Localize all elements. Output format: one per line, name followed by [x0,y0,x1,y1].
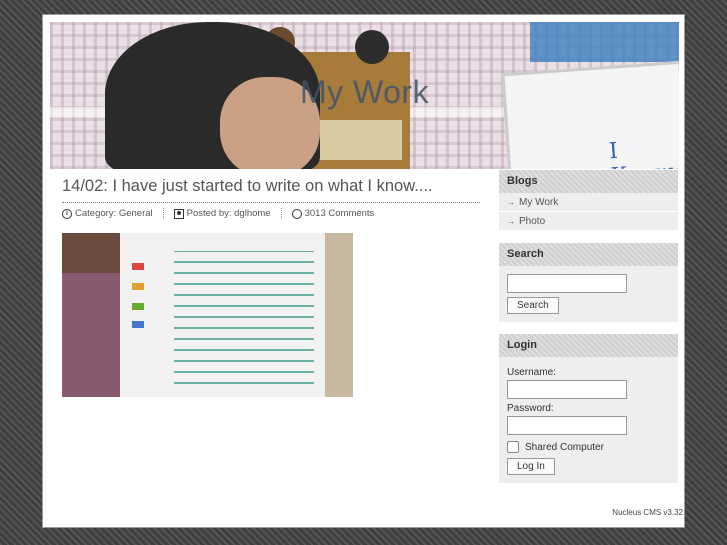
sidebar-item-my-work[interactable]: → My Work [499,193,678,212]
banner-mickey-toy [355,30,389,64]
arrow-right-icon: → [507,216,515,226]
footer-credit[interactable]: Nucleus CMS v3.32 [612,508,683,517]
sidebar-item-label[interactable]: Photo [519,216,545,227]
password-field[interactable] [507,416,627,435]
post-image-swatch-orange [132,283,144,290]
info-icon: i [62,208,72,219]
meta-author[interactable]: Posted by: dglhome [162,208,281,219]
search-body: Search [499,266,678,322]
banner-books [308,120,402,160]
post-image-swatch-red [132,263,144,270]
search-heading: Search [499,243,678,266]
post-image-toys [62,273,120,397]
page-container: I Know My Work 14/02: I have just starte… [42,14,685,528]
login-button[interactable]: Log In [507,458,555,475]
search-input[interactable] [507,274,627,293]
main-content: 14/02: I have just started to write on w… [62,177,480,397]
shared-computer-checkbox[interactable] [507,441,519,453]
banner-toy-shapes [530,22,679,62]
sidebar-item-photo[interactable]: → Photo [499,212,678,231]
password-label: Password: [507,403,554,414]
username-label: Username: [507,367,556,378]
post-image[interactable] [62,233,353,397]
shared-computer-label[interactable]: Shared Computer [525,442,604,453]
meta-comments[interactable]: 3013 Comments [280,208,385,219]
login-body: Username: Password: Shared Computer Log … [499,357,678,483]
username-field[interactable] [507,380,627,399]
blogs-block: Blogs → My Work → Photo [499,170,678,231]
header-banner: I Know My Work [50,22,679,169]
search-block: Search Search [499,243,678,322]
post-meta: i Category: General Posted by: dglhome 3… [62,208,480,219]
blogs-heading: Blogs [499,170,678,193]
site-title[interactable]: My Work [50,74,679,111]
arrow-right-icon: → [507,197,515,207]
post-image-swatch-blue [132,321,144,328]
shared-computer-row: Shared Computer [507,441,670,453]
login-block: Login Username: Password: Shared Compute… [499,334,678,483]
search-button[interactable]: Search [507,297,559,314]
post-title[interactable]: 14/02: I have just started to write on w… [62,177,480,203]
meta-comments-text[interactable]: 3013 Comments [305,208,375,219]
login-heading: Login [499,334,678,357]
meta-author-text[interactable]: Posted by: dglhome [187,208,271,219]
meta-category-text[interactable]: Category: General [75,208,153,219]
banner-whiteboard-text: I Know [608,138,674,169]
post-image-handwriting [174,251,314,391]
sidebar-item-label[interactable]: My Work [519,197,558,208]
post-image-swatch-green [132,303,144,310]
comment-icon [291,208,302,219]
user-icon [173,208,184,219]
meta-category[interactable]: i Category: General [62,208,163,219]
post-image-wall [325,233,353,397]
sidebar: Blogs → My Work → Photo Search Search Lo… [499,170,678,495]
